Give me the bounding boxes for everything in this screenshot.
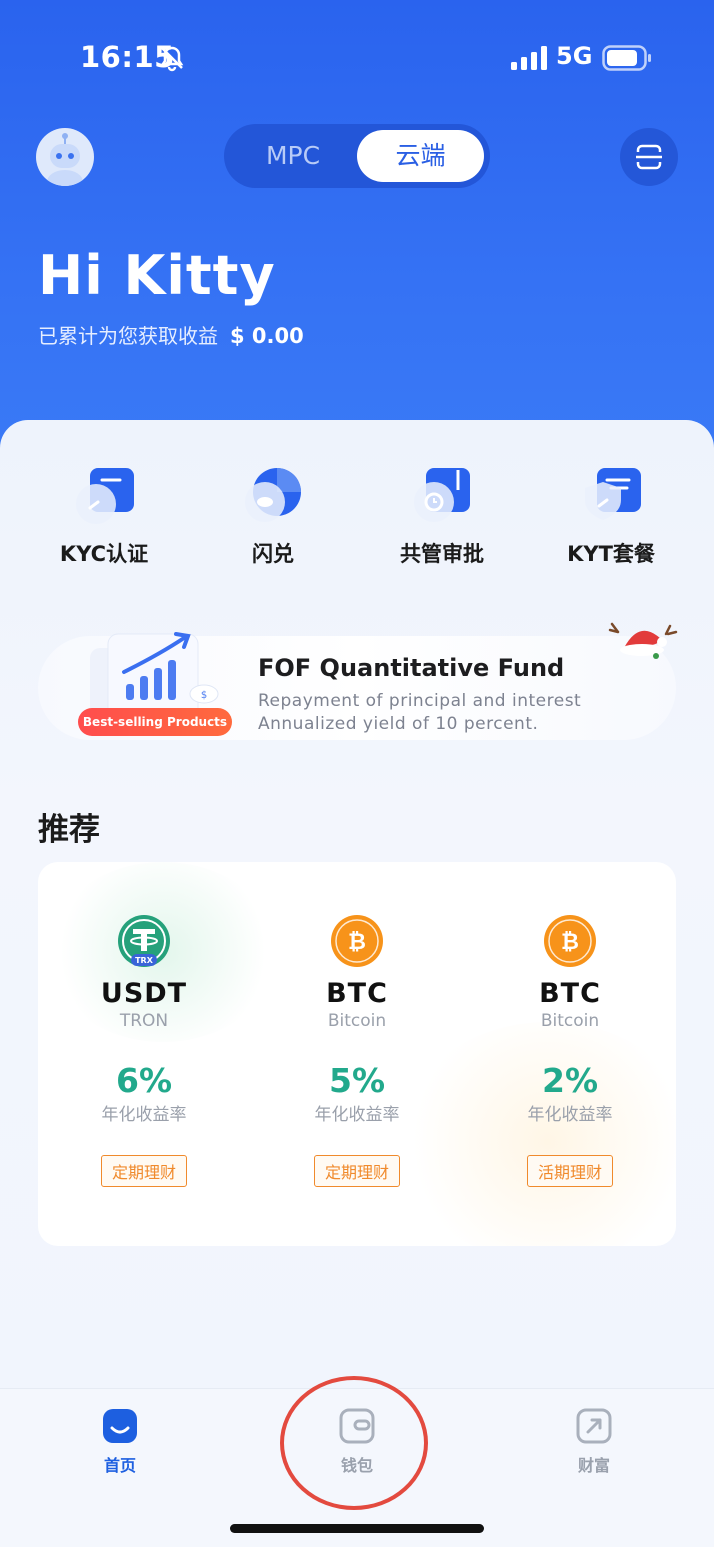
coin-network: Bitcoin [327,1011,387,1031]
tab-label: 财富 [577,1456,610,1475]
annual-rate-label: 年化收益率 [314,1105,400,1125]
approval-icon [414,468,470,522]
product-btc-flexible[interactable]: ₿ BTC Bitcoin 2% 年化收益率 活期理财 [464,914,676,1187]
segment-mpc[interactable]: MPC [234,130,352,182]
annual-rate-label: 年化收益率 [527,1105,613,1125]
kyc-icon [76,468,134,524]
coin-name: BTC [539,978,601,1009]
annual-rate: 6% [115,1061,173,1100]
shortcut-kyt[interactable]: KYT套餐 [526,466,696,568]
banner-subtitle-2: Annualized yield of 10 percent. [258,714,539,734]
earnings-label: 已累计为您获取收益 [38,324,218,348]
section-title-recommend: 推荐 [38,812,100,848]
segment-cloud[interactable]: 云端 [357,130,484,182]
product-usdt[interactable]: TRX USDT TRON 6% 年化收益率 定期理财 [38,914,250,1187]
btc-icon: ₿ [544,915,596,967]
usdt-network-badge: TRX [135,956,154,965]
scan-button[interactable] [620,128,678,186]
best-selling-badge: Best-selling Products [78,708,232,736]
coin-network: Bitcoin [540,1011,600,1031]
avatar[interactable] [36,128,94,186]
shortcut-label: 闪兑 [252,542,294,566]
shortcut-label: 共管审批 [400,542,484,566]
network-label: 5G [556,42,593,70]
christmas-hat-icon [608,622,678,659]
svg-text:₿: ₿ [561,930,579,955]
annotation-circle [280,1376,428,1510]
earnings-summary: 已累计为您获取收益 $ 0.00 [38,320,304,349]
annual-rate-label: 年化收益率 [101,1105,187,1125]
product-type-tag: 定期理财 [313,1155,400,1187]
coin-name: BTC [326,978,388,1009]
shortcut-label: KYT套餐 [567,542,655,566]
greeting: Hi Kitty [38,244,276,307]
annual-rate: 5% [328,1061,386,1100]
swap-icon [245,468,301,522]
wealth-icon [576,1408,612,1444]
btc-icon: ₿ [331,915,383,967]
product-type-tag: 活期理财 [526,1155,613,1187]
home-icon [103,1409,137,1443]
earnings-value: $ 0.00 [230,324,304,348]
svg-text:₿: ₿ [348,930,366,955]
shortcut-approval[interactable]: 共管审批 [357,466,527,568]
battery-icon [602,45,651,71]
coin-network: TRON [119,1011,169,1031]
coin-name: USDT [100,978,188,1009]
signal-icon [511,46,547,70]
banner-title: FOF Quantitative Fund [258,654,565,682]
bell-muted-icon [160,46,184,72]
tab-wealth[interactable]: 财富 [534,1408,654,1476]
tab-home[interactable]: 首页 [60,1408,180,1476]
svg-text:$: $ [201,690,207,701]
account-mode-switch: MPC 云端 [224,124,490,188]
shortcut-label: KYC认证 [59,542,149,566]
kyt-icon [585,468,641,520]
shortcut-kyc[interactable]: KYC认证 [19,466,189,568]
product-type-tag: 定期理财 [100,1155,187,1187]
scan-icon [636,144,662,170]
home-indicator [230,1524,484,1533]
shortcut-swap[interactable]: 闪兑 [188,466,358,568]
robot-avatar-icon [47,133,83,186]
annual-rate: 2% [541,1061,599,1100]
banner-subtitle-1: Repayment of principal and interest [258,691,582,711]
product-btc-fixed[interactable]: ₿ BTC Bitcoin 5% 年化收益率 定期理财 [251,914,463,1187]
usdt-icon: TRX [118,915,170,967]
tab-label: 首页 [103,1456,136,1475]
